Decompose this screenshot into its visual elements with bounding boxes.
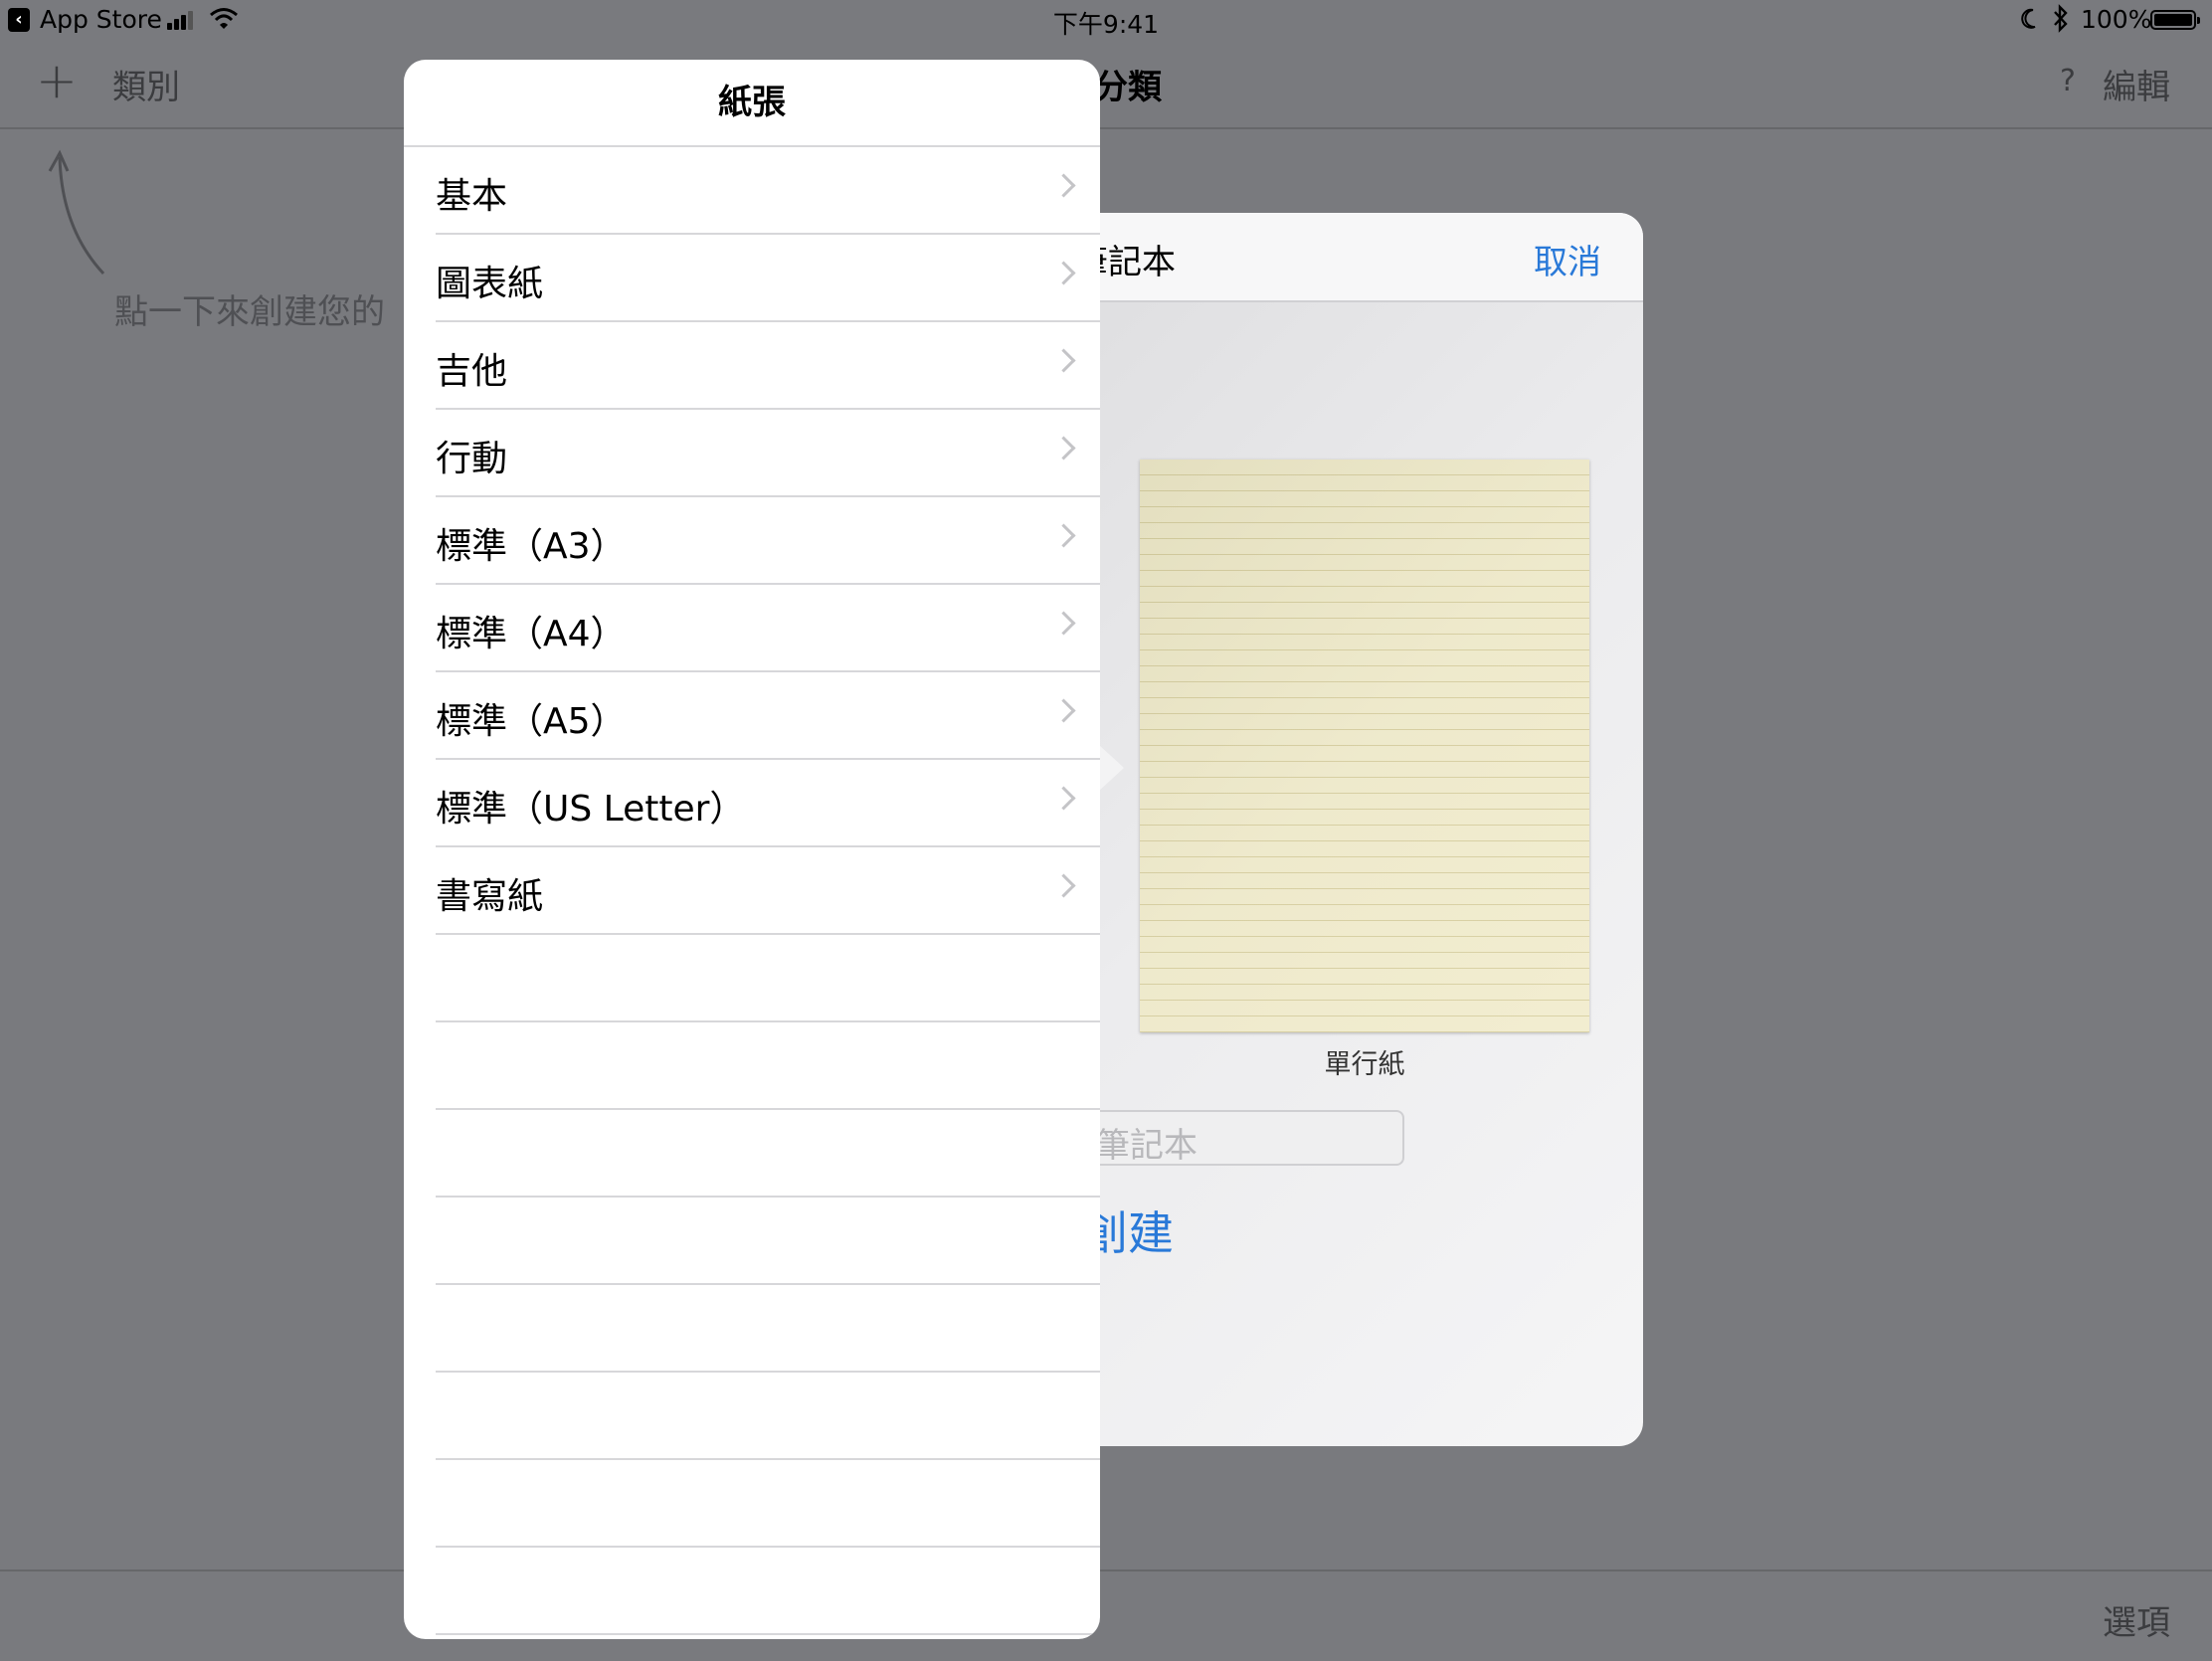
sheet-header: 筆記本 取消 [1094, 213, 1643, 302]
list-item-label: 吉他 [436, 351, 508, 392]
paper-popover: 紙張 基本 圖表紙 吉他 行動 標準（A3） 標準（A4） 標準（A5） 標準（… [404, 60, 1100, 1639]
list-item-label: 圖表紙 [436, 264, 544, 304]
list-item-label: 基本 [436, 176, 508, 217]
chevron-right-icon [1051, 873, 1076, 898]
paper-item-basic[interactable]: 基本 [436, 147, 1100, 235]
paper-item-graph[interactable]: 圖表紙 [436, 235, 1100, 322]
do-not-disturb-moon-icon [2021, 8, 2036, 29]
chevron-right-icon [1051, 523, 1076, 548]
list-item-label: 標準（A3） [436, 526, 627, 567]
list-item-label: 標準（A4） [436, 614, 627, 654]
new-notebook-sheet: 筆記本 取消 單行紙 筆記本 創建 [1094, 213, 1643, 1446]
chevron-right-icon [1051, 698, 1076, 723]
empty-row [436, 1022, 1100, 1110]
edit-button[interactable]: 編輯 [2103, 60, 2170, 108]
create-button[interactable]: 創建 [1094, 1198, 1174, 1263]
list-item-label: 書寫紙 [436, 876, 544, 917]
notebook-name-input[interactable]: 筆記本 [1094, 1110, 1404, 1166]
chevron-right-icon [1051, 786, 1076, 811]
category-button[interactable]: 類別 [112, 60, 180, 108]
help-button[interactable]: ? [2060, 64, 2076, 98]
bluetooth-icon [2054, 4, 2068, 33]
chevron-right-icon [1051, 173, 1076, 198]
empty-row [436, 935, 1100, 1022]
paper-item-action[interactable]: 行動 [436, 410, 1100, 497]
paper-list: 基本 圖表紙 吉他 行動 標準（A3） 標準（A4） 標準（A5） 標準（US [404, 147, 1100, 1635]
battery-percentage: 100% [2081, 5, 2152, 34]
chevron-right-icon [1051, 436, 1076, 461]
list-item-label: 標準（US Letter） [436, 789, 746, 830]
empty-row [436, 1373, 1100, 1460]
list-item-label: 行動 [436, 439, 508, 479]
options-button[interactable]: 選項 [2103, 1595, 2170, 1644]
list-item-label: 標準（A5） [436, 701, 627, 742]
paper-item-standard-a5[interactable]: 標準（A5） [436, 672, 1100, 760]
cancel-button[interactable]: 取消 [1534, 235, 1601, 283]
empty-row [436, 1460, 1100, 1548]
paper-item-standard-us-letter[interactable]: 標準（US Letter） [436, 760, 1100, 847]
clock: 下午9:41 [1052, 10, 1160, 39]
sheet-title: 筆記本 [1094, 243, 1176, 282]
paper-item-writing[interactable]: 書寫紙 [436, 847, 1100, 935]
chevron-right-icon [1051, 348, 1076, 373]
status-bar: ‹ App Store 下午9:41 100% [0, 0, 2212, 40]
popover-arrow [1098, 744, 1124, 792]
empty-row [436, 1110, 1100, 1198]
add-category-plus-icon[interactable]: + [36, 56, 78, 105]
paper-preview[interactable] [1140, 460, 1589, 1032]
chevron-right-icon [1051, 611, 1076, 636]
empty-row [436, 1198, 1100, 1285]
paper-item-standard-a4[interactable]: 標準（A4） [436, 585, 1100, 672]
empty-row [436, 1285, 1100, 1373]
nav-title: 分類 [1094, 68, 1162, 107]
paper-type-caption: 單行紙 [1324, 1049, 1405, 1080]
paper-item-guitar[interactable]: 吉他 [436, 322, 1100, 410]
chevron-right-icon [1051, 261, 1076, 285]
create-hint-text: 點一下來創建您的 [114, 292, 385, 332]
bottom-toolbar: 選項 [0, 1569, 2212, 1661]
empty-row [436, 1548, 1100, 1635]
paper-item-standard-a3[interactable]: 標準（A3） [436, 497, 1100, 585]
hint-curved-arrow-icon [48, 149, 105, 276]
navigation-bar: + 類別 分類 ? 編輯 [0, 40, 2212, 129]
popover-title: 紙張 [404, 60, 1100, 147]
battery-icon [2150, 10, 2200, 30]
